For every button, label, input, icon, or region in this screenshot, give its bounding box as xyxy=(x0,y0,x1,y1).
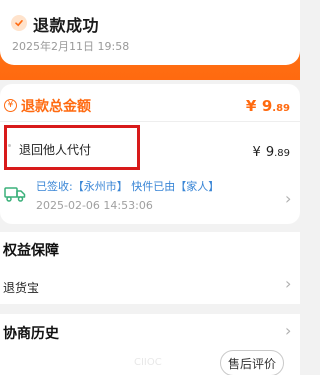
payment-amount-int: 9 xyxy=(265,145,275,160)
payment-amount-symbol: ¥ xyxy=(252,145,261,160)
payment-amount-dec: .89 xyxy=(274,148,290,159)
yen-icon: ¥ xyxy=(4,99,17,112)
status-title: 退款成功 xyxy=(33,16,100,35)
truck-icon xyxy=(4,187,26,202)
status-time: 2025年2月11日 19:58 xyxy=(12,40,130,53)
refund-amount-dec: .89 xyxy=(272,103,290,114)
refund-amount-symbol: ¥ xyxy=(245,97,257,115)
check-icon xyxy=(11,15,27,31)
faded-overlay-text: CIIOC xyxy=(134,357,162,368)
status-card: 退款成功 2025年2月11日 19:58 xyxy=(0,0,300,65)
logistics-status[interactable]: 已签收:【永州市】 快件已由【家人】 xyxy=(36,178,219,194)
refund-amount-int: 9 xyxy=(261,97,273,115)
rights-item-return-insurance[interactable]: 退货宝 xyxy=(3,279,39,296)
logistics-time: 2025-02-06 14:53:06 xyxy=(36,199,153,212)
refund-total-amount: ¥ 9.89 xyxy=(246,96,290,115)
rights-title: 权益保障 xyxy=(3,243,59,259)
chevron-right-icon[interactable]: › xyxy=(285,321,291,340)
history-title: 协商历史 xyxy=(3,326,59,342)
highlight-annotation-box xyxy=(4,125,140,170)
chevron-right-icon[interactable]: › xyxy=(285,189,291,208)
after-sale-review-button[interactable]: 售后评价 xyxy=(220,350,284,375)
refund-total-label: 退款总金额 xyxy=(21,99,91,115)
payment-amount: ¥ 9.89 xyxy=(252,141,290,160)
divider xyxy=(0,121,300,122)
chevron-right-icon[interactable]: › xyxy=(285,274,291,293)
